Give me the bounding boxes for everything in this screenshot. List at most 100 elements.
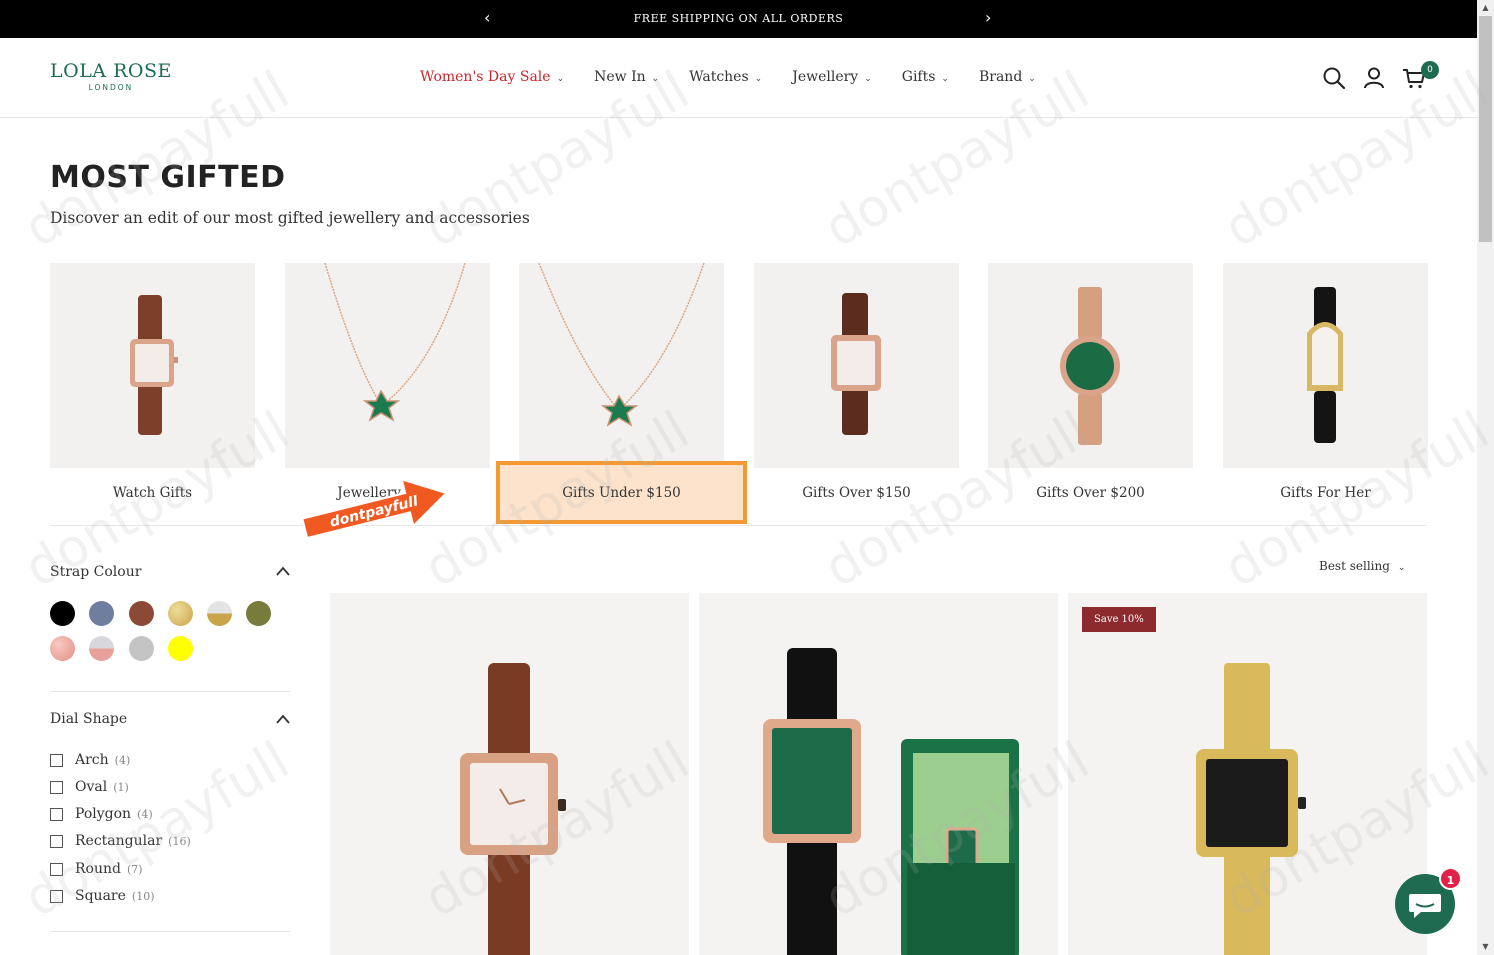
category-gifts-over-150[interactable]: Gifts Over $150 — [754, 263, 959, 501]
chevron-down-icon: ⌄ — [1028, 74, 1036, 84]
option-label: Round — [75, 861, 121, 877]
nav-item-new-in[interactable]: New In ⌄ — [594, 69, 659, 85]
option-count: (16) — [168, 834, 191, 848]
product-badge: Save 10% — [1082, 607, 1156, 632]
nav-item-womens-day-sale[interactable]: Women's Day Sale ⌄ — [420, 69, 564, 85]
swatch-rose-gold[interactable] — [50, 636, 75, 661]
nav-item-gifts[interactable]: Gifts ⌄ — [902, 69, 949, 85]
dial-option-rectangular[interactable]: Rectangular (16) — [50, 833, 191, 849]
promo-arrow: dontpayfull — [301, 477, 449, 540]
checkbox[interactable] — [50, 753, 63, 767]
option-label: Oval — [75, 779, 108, 795]
sort-label: Best selling — [1319, 559, 1390, 573]
option-count: (4) — [114, 753, 131, 767]
swatch-brown[interactable] — [129, 601, 154, 626]
checkbox[interactable] — [50, 889, 63, 903]
chevron-up-icon[interactable] — [275, 565, 291, 577]
option-count: (7) — [126, 862, 143, 876]
page-scrollbar[interactable]: ▲ ▼ — [1477, 0, 1494, 955]
chevron-down-icon: ⌄ — [651, 74, 660, 84]
chevron-up-icon[interactable] — [275, 713, 291, 725]
filter-strap-colour-title[interactable]: Strap Colour — [50, 564, 141, 580]
product-image — [460, 663, 566, 955]
product-card[interactable] — [330, 593, 689, 955]
filter-divider — [50, 691, 290, 692]
category-image — [754, 263, 959, 468]
category-image — [1223, 263, 1428, 468]
category-gifts-over-200[interactable]: Gifts Over $200 — [988, 263, 1193, 501]
dial-option-oval[interactable]: Oval (1) — [50, 779, 129, 795]
option-label: Polygon — [75, 806, 132, 822]
swatch-blue[interactable] — [89, 601, 114, 626]
nav-label: New In — [594, 69, 646, 85]
category-watch-gifts[interactable]: Watch Gifts — [50, 263, 255, 501]
logo-sub-text: LONDON — [88, 83, 134, 92]
category-gifts-for-her[interactable]: Gifts For Her — [1223, 263, 1428, 501]
search-icon[interactable] — [1322, 66, 1346, 90]
dial-option-arch[interactable]: Arch (4) — [50, 752, 130, 768]
cart-count-badge: 0 — [1421, 61, 1439, 79]
swatch-olive[interactable] — [246, 601, 271, 626]
chevron-down-icon: ⌄ — [941, 74, 949, 84]
page-description: Discover an edit of our most gifted jewe… — [50, 209, 530, 227]
chevron-down-icon: ⌄ — [754, 74, 763, 84]
site-header: LOLA ROSE LONDON Women's Day Sale ⌄ New I… — [0, 38, 1477, 118]
category-image — [285, 263, 490, 468]
category-label: Gifts Over $150 — [802, 485, 911, 501]
product-card[interactable] — [699, 593, 1058, 955]
chevron-down-icon: ⌄ — [556, 74, 565, 84]
swatch-black[interactable] — [50, 601, 75, 626]
option-count: (10) — [131, 889, 155, 903]
announcement-bar: ‹ FREE SHIPPING ON ALL ORDERS › — [0, 0, 1477, 38]
nav-item-watches[interactable]: Watches ⌄ — [689, 69, 762, 85]
swatch-silver[interactable] — [129, 636, 154, 661]
option-label: Arch — [75, 752, 109, 768]
swatch-gold[interactable] — [168, 601, 193, 626]
option-count: (4) — [137, 807, 153, 821]
dial-option-polygon[interactable]: Polygon (4) — [50, 806, 153, 822]
category-image — [50, 263, 255, 468]
page-title: MOST GIFTED — [50, 160, 286, 195]
chat-unread-badge: 1 — [1439, 867, 1462, 890]
category-label: Watch Gifts — [112, 485, 193, 501]
filter-divider — [50, 931, 290, 932]
chevron-down-icon: ⌄ — [1397, 563, 1406, 573]
sort-dropdown[interactable]: Best selling ⌄ — [1319, 559, 1405, 573]
filter-dial-shape-title[interactable]: Dial Shape — [50, 711, 127, 727]
dial-option-round[interactable]: Round (7) — [50, 861, 143, 877]
swatch-yellow[interactable] — [168, 636, 193, 661]
option-label: Square — [75, 888, 126, 904]
category-image — [519, 263, 724, 468]
swatch-silver-rose[interactable] — [89, 636, 114, 661]
brand-logo[interactable]: LOLA ROSE LONDON — [50, 60, 172, 92]
account-icon[interactable] — [1362, 66, 1386, 90]
announcement-next-button[interactable]: › — [985, 8, 991, 27]
product-image — [1196, 663, 1306, 955]
nav-label: Gifts — [901, 69, 936, 85]
scroll-down-icon[interactable]: ▼ — [1477, 942, 1494, 951]
dial-option-square[interactable]: Square (10) — [50, 888, 155, 904]
nav-label: Watches — [689, 69, 749, 85]
promo-text: dontpayfull — [328, 493, 420, 530]
swatch-two-tone[interactable] — [207, 601, 232, 626]
category-label: Gifts For Her — [1280, 485, 1371, 501]
nav-item-jewellery[interactable]: Jewellery ⌄ — [792, 69, 872, 85]
nav-item-brand[interactable]: Brand ⌄ — [979, 69, 1036, 85]
product-card[interactable]: Save 10% — [1068, 593, 1427, 955]
scrollbar-thumb[interactable] — [1479, 16, 1492, 242]
announcement-text: FREE SHIPPING ON ALL ORDERS — [633, 12, 844, 25]
category-label: Gifts Over $200 — [1036, 485, 1145, 501]
checkbox[interactable] — [50, 807, 63, 821]
checkbox[interactable] — [50, 780, 63, 794]
checkbox[interactable] — [50, 834, 63, 848]
category-image — [988, 263, 1193, 468]
category-jewellery-gifts[interactable]: Jewellery Gifts — [285, 263, 490, 501]
scroll-up-icon[interactable]: ▲ — [1477, 3, 1494, 12]
option-count: (1) — [113, 780, 129, 794]
nav-label: Women's Day Sale — [420, 69, 551, 85]
product-image — [763, 648, 1019, 955]
logo-main-text: LOLA ROSE — [50, 60, 172, 82]
checkbox[interactable] — [50, 862, 63, 876]
nav-label: Brand — [978, 69, 1023, 85]
category-label: Gifts Under $150 — [562, 485, 681, 501]
